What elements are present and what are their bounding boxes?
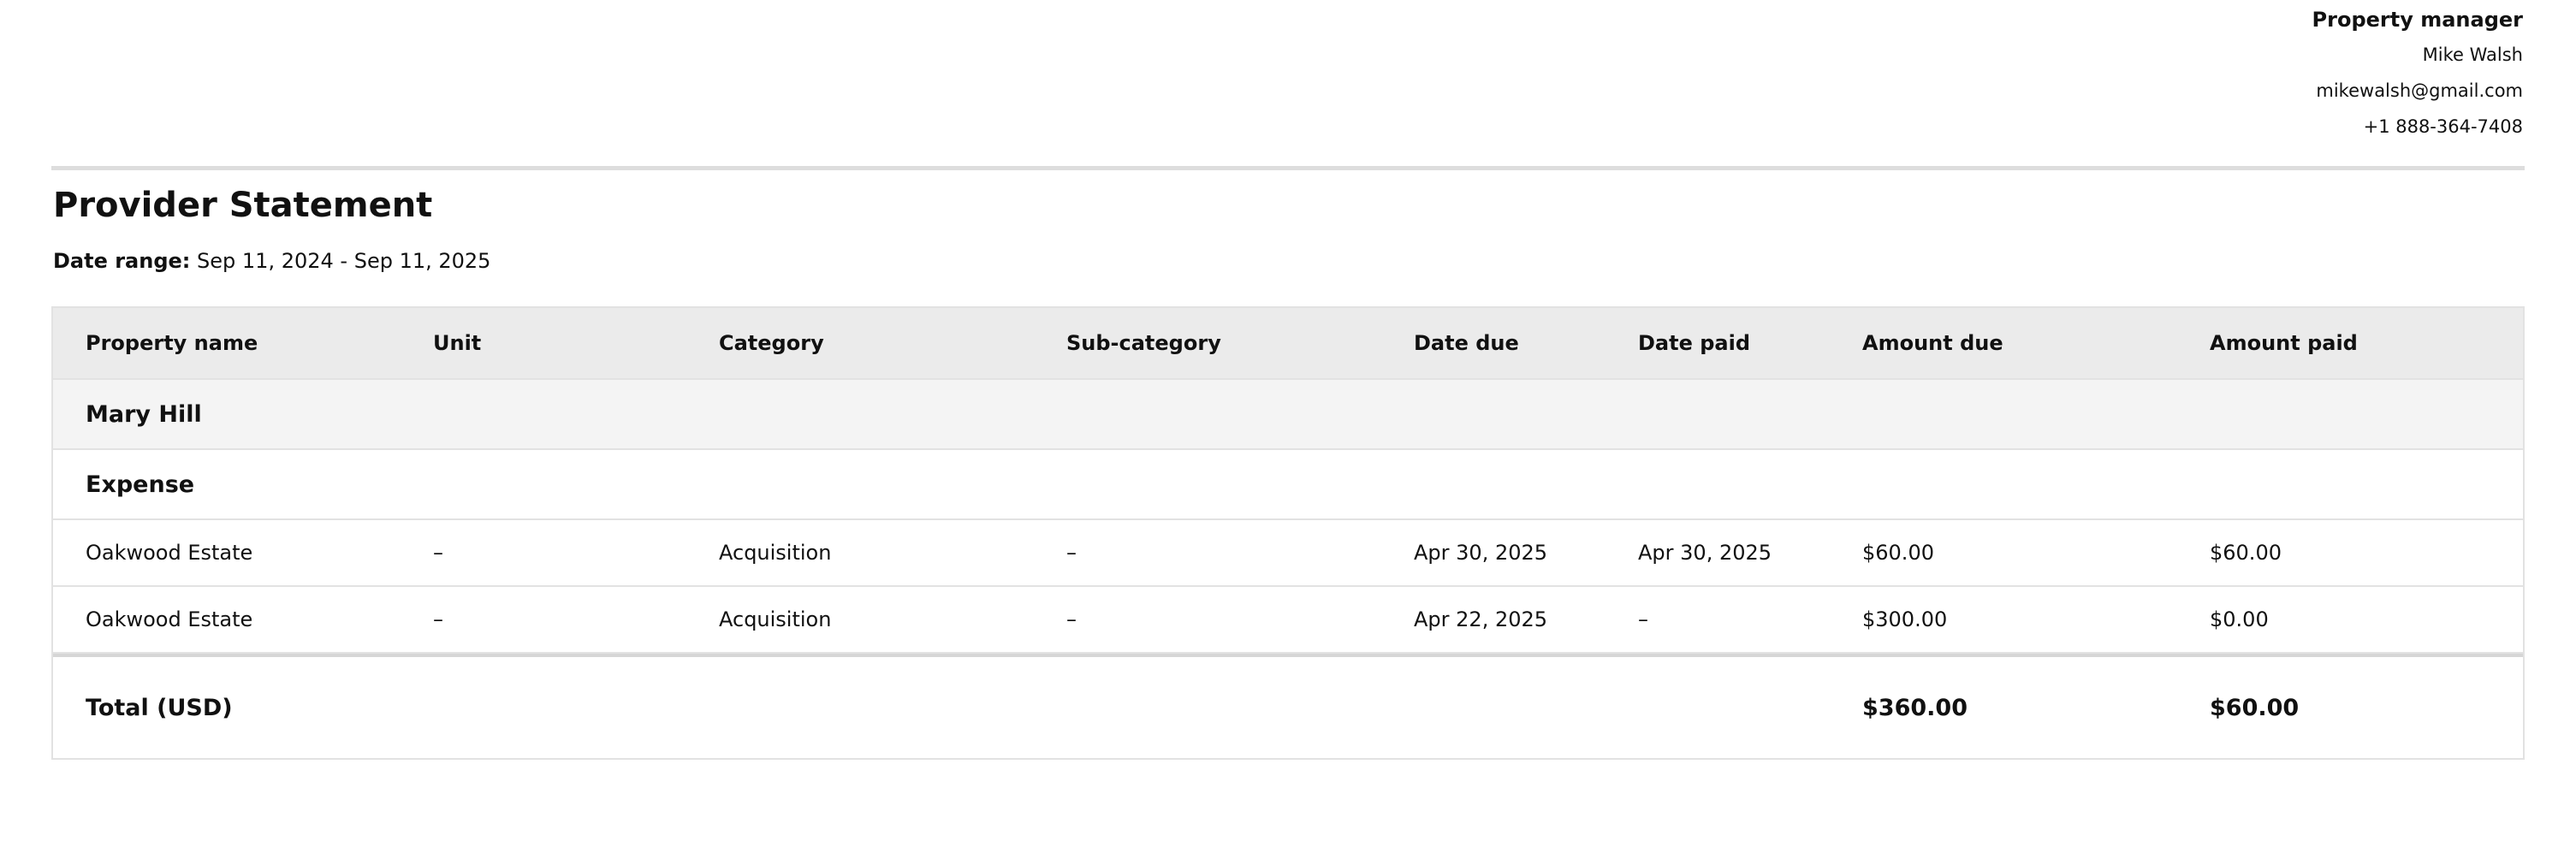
column-header-amount-due: Amount due — [1862, 331, 2003, 355]
cell-unit: – — [433, 607, 443, 631]
column-header-category: Category — [719, 331, 824, 355]
table-row: Oakwood Estate – Acquisition – Apr 22, 2… — [53, 587, 2523, 654]
cell-date-paid: Apr 30, 2025 — [1638, 541, 1772, 565]
manager-role: Property manager — [2312, 8, 2523, 32]
group-row: Mary Hill — [53, 380, 2523, 450]
group-label: Mary Hill — [86, 400, 202, 428]
column-header-amount-paid: Amount paid — [2210, 331, 2358, 355]
cell-amount-due: $60.00 — [1862, 541, 1934, 565]
date-range-label: Date range: — [53, 249, 191, 273]
manager-phone: +1 888-364-7408 — [2363, 116, 2523, 137]
cell-category: Acquisition — [719, 607, 832, 631]
section-row: Expense — [53, 450, 2523, 520]
cell-sub-category: – — [1066, 607, 1077, 631]
date-range-value: Sep 11, 2024 - Sep 11, 2025 — [197, 249, 491, 273]
cell-sub-category: – — [1066, 541, 1077, 565]
total-amount-paid: $60.00 — [2210, 694, 2300, 721]
column-header-date-paid: Date paid — [1638, 331, 1751, 355]
cell-amount-due: $300.00 — [1862, 607, 1948, 631]
table-header-row: Property name Unit Category Sub-category… — [53, 308, 2523, 380]
column-header-property-name: Property name — [86, 331, 258, 355]
cell-date-due: Apr 22, 2025 — [1414, 607, 1548, 631]
cell-property-name: Oakwood Estate — [86, 607, 253, 631]
column-header-unit: Unit — [433, 331, 482, 355]
manager-name: Mike Walsh — [2422, 44, 2523, 65]
statement-page: Property manager Mike Walsh mikewalsh@gm… — [0, 0, 2576, 859]
column-header-sub-category: Sub-category — [1066, 331, 1221, 355]
header-divider — [51, 166, 2525, 170]
manager-email: mikewalsh@gmail.com — [2316, 80, 2523, 101]
total-label: Total (USD) — [86, 694, 233, 721]
cell-category: Acquisition — [719, 541, 832, 565]
statement-table: Property name Unit Category Sub-category… — [51, 306, 2525, 760]
total-row: Total (USD) $360.00 $60.00 — [53, 654, 2523, 758]
table-row: Oakwood Estate – Acquisition – Apr 30, 2… — [53, 520, 2523, 587]
cell-unit: – — [433, 541, 443, 565]
section-label: Expense — [86, 471, 195, 498]
total-amount-due: $360.00 — [1862, 694, 1968, 721]
cell-property-name: Oakwood Estate — [86, 541, 253, 565]
page-title: Provider Statement — [53, 186, 433, 225]
column-header-date-due: Date due — [1414, 331, 1519, 355]
manager-contact-block: Property manager Mike Walsh mikewalsh@gm… — [2312, 7, 2523, 151]
cell-amount-paid: $0.00 — [2210, 607, 2269, 631]
date-range: Date range: Sep 11, 2024 - Sep 11, 2025 — [53, 248, 490, 274]
cell-date-due: Apr 30, 2025 — [1414, 541, 1548, 565]
cell-date-paid: – — [1638, 607, 1648, 631]
cell-amount-paid: $60.00 — [2210, 541, 2282, 565]
